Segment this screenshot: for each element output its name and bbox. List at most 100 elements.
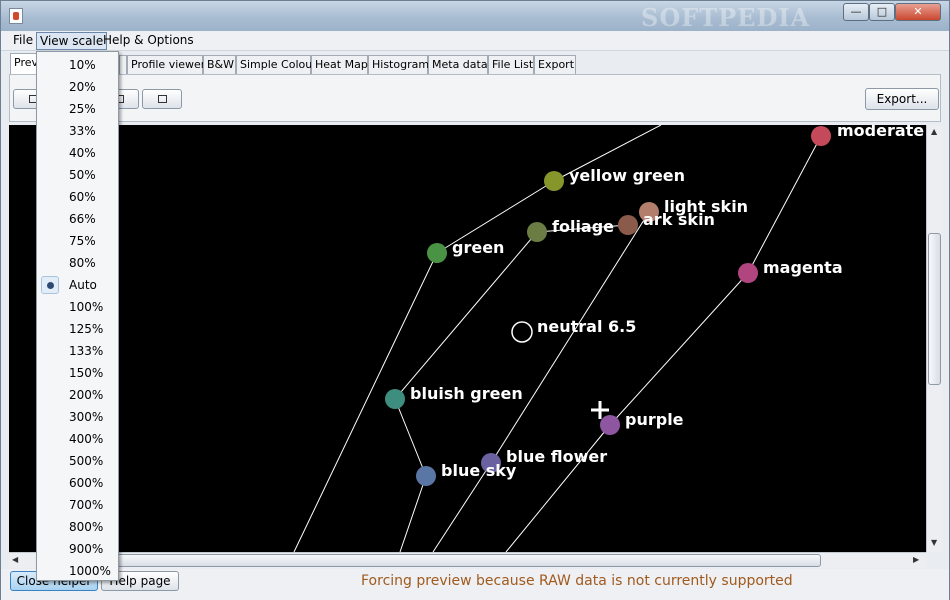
scale-option[interactable]: 50% <box>37 164 118 186</box>
label-blue-sky: blue sky <box>441 461 517 480</box>
colour-plot-canvas[interactable]: moderate yellow green light skin ark ski… <box>9 125 926 552</box>
label-dark-skin: ark skin <box>643 210 715 229</box>
menu-view-scale[interactable]: View scale <box>36 32 108 50</box>
scale-option-label: 200% <box>69 388 104 402</box>
status-message: Forcing preview because RAW data is not … <box>361 573 793 589</box>
label-yellow-green: yellow green <box>569 166 685 185</box>
scale-option[interactable]: 80% <box>37 252 118 274</box>
scale-option-label: 40% <box>69 146 96 160</box>
horizontal-scrollbar[interactable]: ◀ ▶ <box>9 552 926 568</box>
tab-histogram[interactable]: Histogram <box>368 55 429 74</box>
horizontal-scroll-thumb[interactable] <box>111 554 821 567</box>
vertical-scrollbar[interactable]: ▲ ▼ <box>926 125 942 552</box>
scale-option-label: Auto <box>69 278 97 292</box>
scale-option[interactable]: 1000% <box>37 560 118 582</box>
menu-file[interactable]: File <box>10 32 36 50</box>
point-magenta <box>738 263 758 283</box>
close-button[interactable]: ✕ <box>895 3 941 21</box>
scale-option-label: 50% <box>69 168 96 182</box>
point-moderate <box>811 126 831 146</box>
label-purple: purple <box>625 410 684 429</box>
tab-heat-map[interactable]: Heat Map <box>311 55 368 74</box>
scroll-left-arrow-icon[interactable]: ◀ <box>12 555 18 564</box>
scale-option[interactable]: 125% <box>37 318 118 340</box>
scale-option-label: 800% <box>69 520 104 534</box>
tab-bar: Prev Profile viewer B&W Simple Colour He… <box>1 53 949 74</box>
scale-option-label: 100% <box>69 300 104 314</box>
scale-option[interactable]: 60% <box>37 186 118 208</box>
scale-option-label: 20% <box>69 80 96 94</box>
scale-option-label: 60% <box>69 190 96 204</box>
scroll-up-arrow-icon[interactable]: ▲ <box>931 127 937 136</box>
scale-option[interactable]: 66% <box>37 208 118 230</box>
tab-simple-colour[interactable]: Simple Colour <box>236 55 317 74</box>
scale-option-label: 400% <box>69 432 104 446</box>
label-moderate: moderate <box>837 125 924 140</box>
view-mode-button-3[interactable] <box>142 89 182 109</box>
scale-option[interactable]: 600% <box>37 472 118 494</box>
scale-option-label: 10% <box>69 58 96 72</box>
scale-option[interactable]: 75% <box>37 230 118 252</box>
scale-option-label: 125% <box>69 322 104 336</box>
scroll-down-arrow-icon[interactable]: ▼ <box>931 538 937 547</box>
scale-option[interactable]: 900% <box>37 538 118 560</box>
softpedia-watermark: SOFTPEDIA <box>641 3 811 32</box>
tab-hidden-edge[interactable] <box>119 55 127 74</box>
scale-option-label: 500% <box>69 454 104 468</box>
toolbar: Export... <box>9 74 941 122</box>
tab-meta-data[interactable]: Meta data <box>428 55 488 74</box>
scale-option[interactable]: 20% <box>37 76 118 98</box>
point-labels: moderate yellow green light skin ark ski… <box>410 125 924 480</box>
scale-option[interactable]: 700% <box>37 494 118 516</box>
point-neutral <box>511 321 533 343</box>
scale-option[interactable]: 40% <box>37 142 118 164</box>
scale-option-label: 1000% <box>69 564 111 578</box>
scale-option[interactable]: 133% <box>37 340 118 362</box>
vertical-scroll-thumb[interactable] <box>928 233 941 385</box>
app-window: SOFTPEDIA — □ ✕ File View scale Help & O… <box>0 0 950 600</box>
tab-file-list[interactable]: File List <box>488 55 534 74</box>
scale-option-label: 300% <box>69 410 104 424</box>
bottom-bar: Close helper Help page Forcing preview b… <box>1 569 949 600</box>
scale-option[interactable]: 10% <box>37 54 118 76</box>
scale-option[interactable]: 400% <box>37 428 118 450</box>
scale-option[interactable]: 500% <box>37 450 118 472</box>
label-green: green <box>452 238 504 257</box>
label-neutral: neutral 6.5 <box>537 317 636 336</box>
radio-selected-icon <box>41 276 59 294</box>
minimize-button[interactable]: — <box>843 3 869 21</box>
scale-option-label: 33% <box>69 124 96 138</box>
label-bluish-green: bluish green <box>410 384 523 403</box>
scale-option[interactable]: 300% <box>37 406 118 428</box>
gamut-plot[interactable]: moderate yellow green light skin ark ski… <box>9 125 926 552</box>
scale-option[interactable]: 200% <box>37 384 118 406</box>
scale-option-selected[interactable]: Auto <box>37 274 118 296</box>
scale-option-label: 25% <box>69 102 96 116</box>
scale-option-label: 150% <box>69 366 104 380</box>
scale-option[interactable]: 100% <box>37 296 118 318</box>
scale-option-label: 600% <box>69 476 104 490</box>
label-blue-flower: blue flower <box>506 447 607 466</box>
point-purple <box>600 415 620 435</box>
scale-option-label: 700% <box>69 498 104 512</box>
point-green <box>427 243 447 263</box>
tab-bw[interactable]: B&W <box>203 55 236 74</box>
label-magenta: magenta <box>763 258 843 277</box>
label-foliage: foliage <box>552 217 614 236</box>
scale-option-label: 80% <box>69 256 96 270</box>
title-bar[interactable]: SOFTPEDIA — □ ✕ <box>1 1 949 32</box>
point-yellow-green <box>544 171 564 191</box>
maximize-button[interactable]: □ <box>869 3 895 21</box>
scale-option[interactable]: 800% <box>37 516 118 538</box>
scale-option[interactable]: 25% <box>37 98 118 120</box>
tab-profile-viewer[interactable]: Profile viewer <box>127 55 205 74</box>
scale-option-label: 75% <box>69 234 96 248</box>
scroll-right-arrow-icon[interactable]: ▶ <box>913 555 919 564</box>
java-app-icon <box>9 8 23 24</box>
scale-option[interactable]: 150% <box>37 362 118 384</box>
menu-bar: File View scale Help & Options <box>1 31 949 51</box>
scale-option[interactable]: 33% <box>37 120 118 142</box>
export-button[interactable]: Export... <box>865 88 939 110</box>
menu-help-options[interactable]: Help & Options <box>100 32 197 50</box>
tab-export[interactable]: Export <box>534 55 576 74</box>
